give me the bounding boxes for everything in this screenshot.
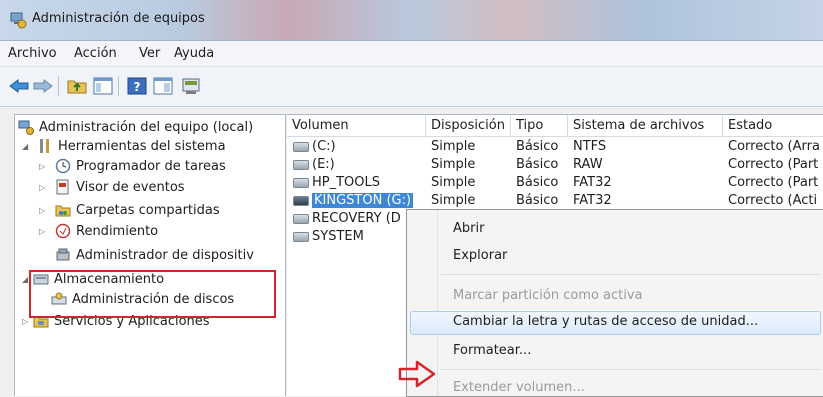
annotation-arrow-icon [398,360,436,388]
column-header-volumen[interactable]: Volumen [287,115,426,137]
help-icon[interactable]: ? [126,75,148,97]
tree-item-label: Programador de tareas [76,158,226,174]
menu-separator [441,369,821,370]
menu-ayuda[interactable]: Ayuda [174,46,214,61]
expand-icon[interactable]: ▷ [39,227,45,236]
performance-icon [55,223,71,239]
usb-drive-icon [293,195,309,206]
collapse-icon[interactable]: ◢ [22,275,28,284]
menu-item-change-letter[interactable]: Cambiar la letra y rutas de acceso de un… [453,314,758,329]
svg-text:?: ? [134,80,141,94]
tree-item-label: Rendimiento [76,223,159,239]
volume-cell: RECOVERY (D [293,211,401,226]
volume-name: SYSTEM [312,229,364,244]
column-header-disposicion[interactable]: Disposición [426,115,511,137]
event-viewer-icon [55,179,71,195]
expand-icon[interactable]: ▷ [39,183,45,192]
menu-item-open[interactable]: Abrir [453,221,484,236]
status-cell: Correcto (Acti [728,193,818,208]
tree-item-device-manager[interactable]: Administrador de dispositiv [55,246,254,264]
console-icon[interactable] [180,75,202,97]
tree-root-label: Administración del equipo (local) [39,119,254,135]
volume-name: (E:) [312,157,335,172]
volume-cell: SYSTEM [293,229,364,244]
toolbar-separator [58,76,59,96]
menu-archivo[interactable]: Archivo [8,46,57,61]
menu-gutter [437,210,438,396]
menu-accion[interactable]: Acción [74,46,117,61]
drive-icon [293,231,309,242]
clock-icon [55,158,71,174]
menu-item-format[interactable]: Formatear... [453,343,531,358]
tree-item-system-tools[interactable]: Herramientas del sistema [37,137,226,155]
layout-cell: Simple [431,193,476,208]
type-cell: Básico [516,193,559,208]
column-header-estado[interactable]: Estado [723,115,823,137]
volume-cell: HP_TOOLS [293,175,380,190]
back-arrow-icon[interactable] [8,75,30,97]
drive-icon [293,177,309,188]
tree-item-performance[interactable]: Rendimiento [55,222,158,240]
shared-folder-icon [55,202,71,218]
tree-item-label: Visor de eventos [76,179,185,195]
volume-name: HP_TOOLS [312,175,381,190]
menu-bar: Archivo Acción Ver Ayuda [0,41,823,67]
toolbar-separator [118,76,119,96]
layout-cell: Simple [431,157,476,172]
tree-item-task-scheduler[interactable]: Programador de tareas [55,157,226,175]
folder-up-icon[interactable] [66,75,88,97]
status-cell: Correcto (Part [728,157,819,172]
navigation-tree: Administración del equipo (local) ◢ Herr… [14,114,286,396]
volume-name: KINGSTON (G:) [312,193,414,208]
computer-management-icon [10,12,27,29]
type-cell: Básico [516,157,559,172]
tree-item-label: Administrador de dispositiv [76,247,254,263]
tree-item-label: Carpetas compartidas [76,202,220,218]
drive-icon [293,213,309,224]
properties-icon[interactable] [152,75,174,97]
filesystem-cell: RAW [573,157,603,172]
filesystem-cell: FAT32 [573,175,612,190]
filesystem-cell: FAT32 [573,193,612,208]
drive-icon [293,141,309,152]
type-cell: Básico [516,175,559,190]
layout-cell: Simple [431,175,476,190]
volume-cell: KINGSTON (G:) [293,193,414,208]
status-cell: Correcto (Arra [728,139,820,154]
expand-icon[interactable]: ▷ [39,206,45,215]
drive-icon [293,159,309,170]
menu-item-explore[interactable]: Explorar [453,248,507,263]
tree-item-label: Herramientas del sistema [58,138,226,154]
toolbar: ? [0,67,823,107]
tools-icon [37,138,53,154]
context-menu: Abrir Explorar Marcar partición como act… [406,209,823,397]
tree-item-shared-folders[interactable]: Carpetas compartidas [55,201,220,219]
tree-root[interactable]: Administración del equipo (local) [18,118,253,136]
tree-item-event-viewer[interactable]: Visor de eventos [55,178,185,196]
window-title: Administración de equipos [32,11,205,26]
volume-name: (C:) [312,139,336,154]
computer-management-icon [18,119,34,135]
type-cell: Básico [516,139,559,154]
volume-cell: (C:) [293,139,336,154]
column-header-tipo[interactable]: Tipo [511,115,568,137]
expand-icon[interactable]: ▷ [22,317,28,326]
expand-icon[interactable]: ▷ [39,162,45,171]
menu-item-mark-active[interactable]: Marcar partición como activa [453,288,643,303]
menu-item-extend[interactable]: Extender volumen... [453,380,585,395]
show-hide-tree-icon[interactable] [92,75,114,97]
menu-separator [441,274,821,275]
device-manager-icon [55,247,71,263]
filesystem-cell: NTFS [573,139,607,154]
forward-arrow-icon[interactable] [32,75,54,97]
annotation-highlight-box [29,270,276,318]
status-cell: Correcto (Part [728,175,819,190]
collapse-icon[interactable]: ◢ [22,142,28,151]
layout-cell: Simple [431,139,476,154]
volume-cell: (E:) [293,157,335,172]
title-bar: Administración de equipos [0,0,823,41]
column-header-sistema[interactable]: Sistema de archivos [568,115,723,137]
volume-name: RECOVERY (D [312,211,401,226]
menu-ver[interactable]: Ver [139,46,160,61]
